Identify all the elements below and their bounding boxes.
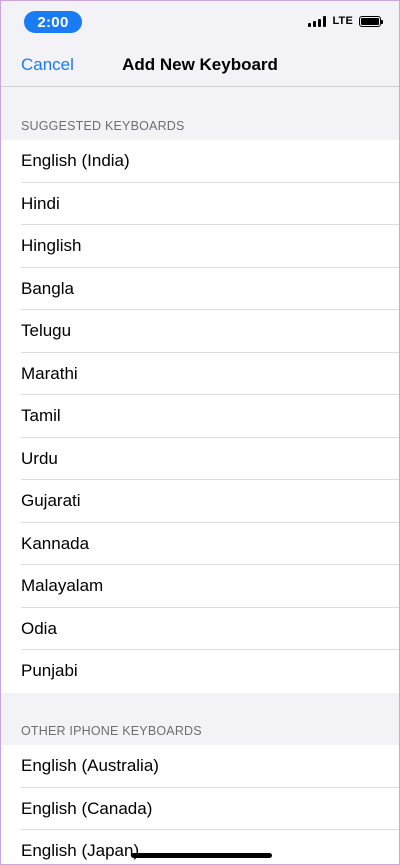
keyboard-item-english-australia[interactable]: English (Australia): [1, 745, 399, 788]
other-keyboards-list: English (Australia) English (Canada) Eng…: [1, 745, 399, 864]
page-title: Add New Keyboard: [122, 55, 278, 74]
status-bar: 2:00 LTE: [1, 1, 399, 41]
keyboard-item-malayalam[interactable]: Malayalam: [1, 565, 399, 608]
keyboard-item-tamil[interactable]: Tamil: [1, 395, 399, 438]
keyboard-item-english-japan[interactable]: English (Japan): [1, 830, 399, 864]
keyboard-item-bangla[interactable]: Bangla: [1, 268, 399, 311]
status-time[interactable]: 2:00: [24, 11, 82, 33]
battery-icon: [359, 15, 383, 27]
network-type: LTE: [332, 15, 353, 27]
keyboard-item-english-canada[interactable]: English (Canada): [1, 788, 399, 831]
keyboard-item-english-india[interactable]: English (India): [1, 140, 399, 183]
keyboard-item-telugu[interactable]: Telugu: [1, 310, 399, 353]
keyboard-item-punjabi[interactable]: Punjabi: [1, 650, 399, 693]
keyboard-item-odia[interactable]: Odia: [1, 608, 399, 651]
signal-icon: [308, 15, 327, 27]
home-indicator[interactable]: [131, 853, 272, 858]
battery-level: [361, 17, 379, 25]
keyboard-item-hindi[interactable]: Hindi: [1, 183, 399, 226]
keyboard-item-gujarati[interactable]: Gujarati: [1, 480, 399, 523]
keyboard-item-hinglish[interactable]: Hinglish: [1, 225, 399, 268]
section-header-other: OTHER IPHONE KEYBOARDS: [21, 724, 202, 738]
navigation-bar: Cancel Add New Keyboard: [1, 41, 399, 87]
keyboard-item-urdu[interactable]: Urdu: [1, 438, 399, 481]
status-indicators: LTE: [308, 15, 383, 27]
suggested-keyboards-list: English (India) Hindi Hinglish Bangla Te…: [1, 140, 399, 693]
keyboard-item-kannada[interactable]: Kannada: [1, 523, 399, 566]
section-header-suggested: SUGGESTED KEYBOARDS: [21, 119, 185, 133]
keyboard-item-marathi[interactable]: Marathi: [1, 353, 399, 396]
screen: 2:00 LTE Cancel Add New Keyboard SUGGEST…: [0, 0, 400, 865]
